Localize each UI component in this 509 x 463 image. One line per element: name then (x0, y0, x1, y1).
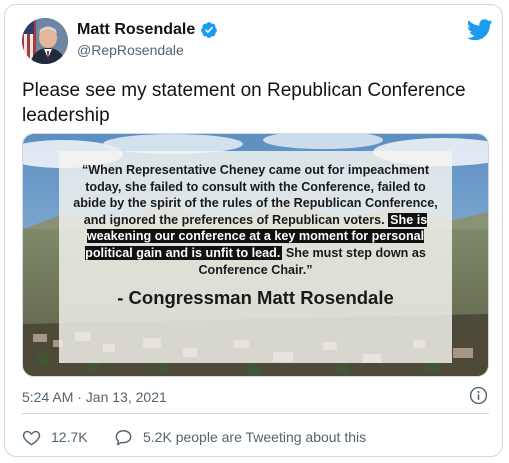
avatar-image (22, 18, 68, 64)
quote-attribution: - Congressman Matt Rosendale (117, 287, 394, 309)
author-handle[interactable]: @RepRosendale (77, 42, 184, 58)
quote-text: “When Representative Cheney came out for… (59, 162, 452, 278)
divider (22, 413, 489, 414)
tweet-media-image[interactable]: “When Representative Cheney came out for… (22, 133, 489, 377)
speech-bubble-icon[interactable] (114, 428, 133, 447)
heart-icon[interactable] (22, 428, 41, 447)
quote-overlay: “When Representative Cheney came out for… (59, 151, 452, 363)
tweet-timestamp[interactable]: 5:24 AM · Jan 13, 2021 (22, 389, 167, 405)
verified-badge-icon (200, 21, 218, 39)
quote-part-1: “When Representative Cheney came out for… (73, 163, 438, 227)
tweeting-about-link[interactable]: 5.2K people are Tweeting about this (143, 429, 366, 445)
info-icon[interactable] (469, 386, 488, 405)
twitter-bird-icon[interactable] (466, 19, 493, 41)
like-count[interactable]: 12.7K (51, 429, 88, 445)
author-name-text: Matt Rosendale (77, 21, 196, 38)
tweet-text: Please see my statement on Republican Co… (22, 80, 466, 126)
avatar[interactable] (22, 18, 68, 64)
tweet-card: Matt Rosendale @RepRosendale Please see … (4, 4, 503, 457)
author-name[interactable]: Matt Rosendale (77, 21, 218, 39)
